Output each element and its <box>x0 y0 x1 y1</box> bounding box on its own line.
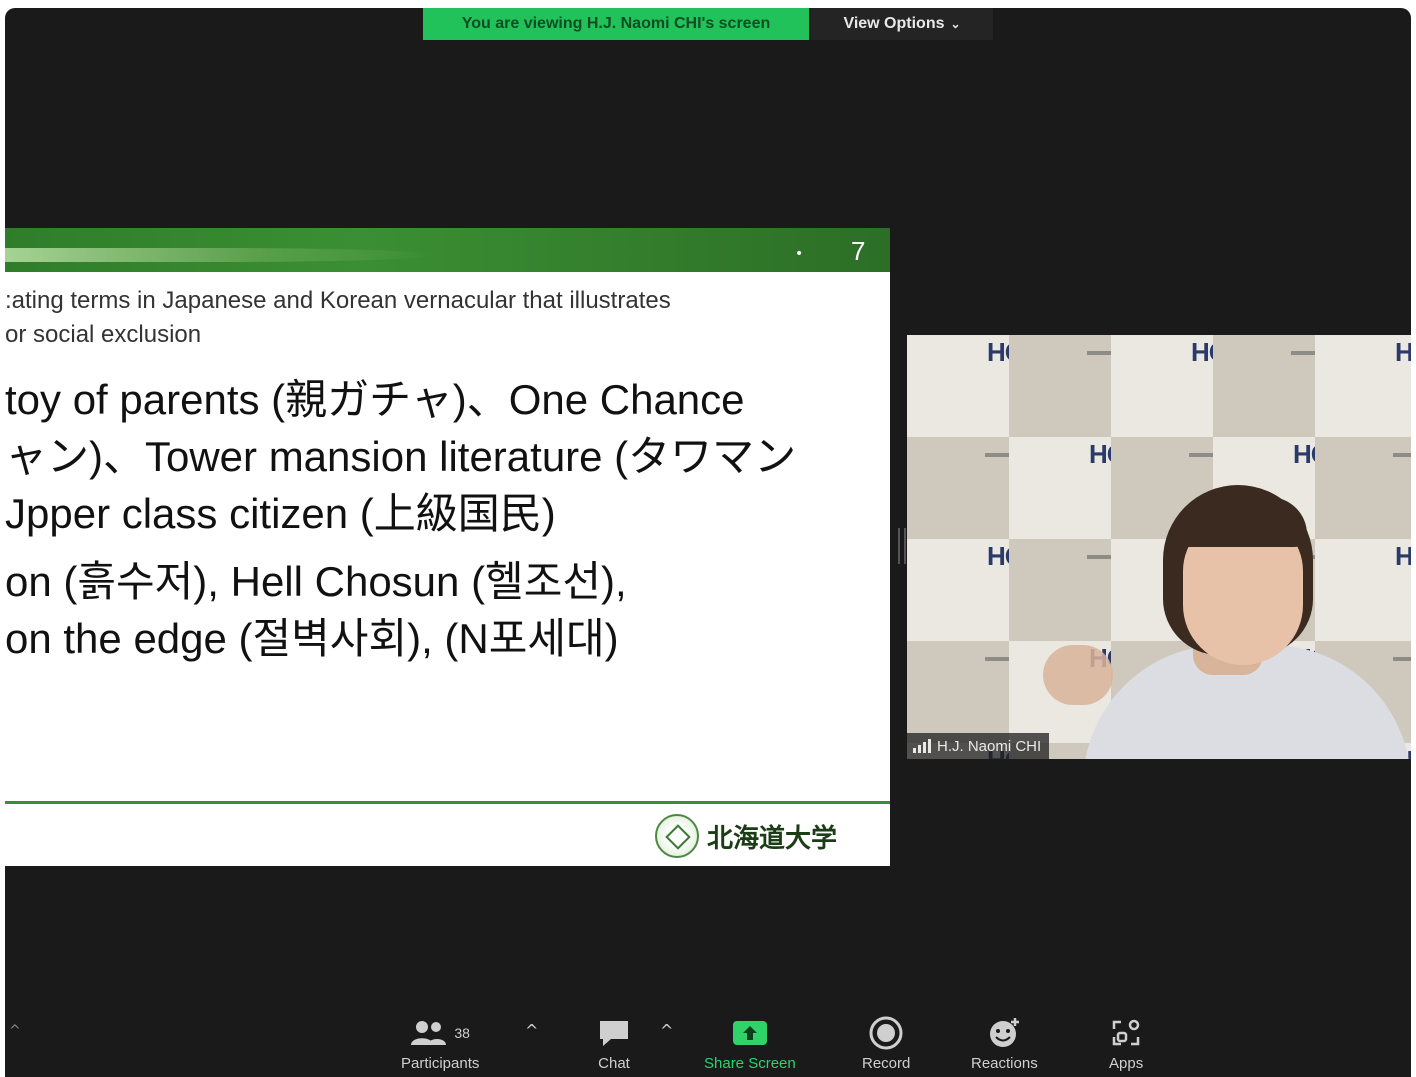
participant-name-label: H.J. Naomi CHI <box>907 733 1050 759</box>
split-view-handle[interactable] <box>898 528 906 564</box>
chat-label: Chat <box>598 1055 630 1072</box>
participant-name: H.J. Naomi CHI <box>937 737 1042 755</box>
participants-caret-icon[interactable]: ^ <box>525 1021 538 1040</box>
slide-header-bar: • 7 <box>5 228 890 272</box>
reactions-button[interactable]: Reactions <box>971 1015 1038 1072</box>
apps-label: Apps <box>1109 1055 1144 1072</box>
slide-body-line: on (흙수저), Hell Chosun (헬조선), <box>5 558 627 605</box>
slide-subtitle: :ating terms in Japanese and Korean vern… <box>5 284 825 352</box>
shared-slide: • 7 :ating terms in Japanese and Korean … <box>5 228 890 866</box>
share-screen-button[interactable]: Share Screen <box>704 1015 796 1072</box>
slide-body-line: ャン)、Tower mansion literature (タワマン <box>5 433 797 480</box>
university-logo-text: 北海道大学 <box>707 823 838 854</box>
record-label: Record <box>862 1055 911 1072</box>
slide-number: 7 <box>851 236 866 266</box>
chat-icon <box>600 1021 628 1046</box>
viewing-banner: You are viewing H.J. Naomi CHI's screen <box>423 8 809 40</box>
university-logo: 北海道大学 <box>655 814 837 858</box>
zoom-meeting-window: You are viewing H.J. Naomi CHI's screen … <box>5 8 1411 1077</box>
slide-footer-divider <box>5 801 890 804</box>
participant-bangs <box>1177 497 1307 547</box>
backdrop-tagline <box>1393 453 1411 457</box>
participant-hand <box>1043 645 1113 705</box>
view-options-button[interactable]: View Options ⌄ <box>811 8 993 40</box>
slide-body-line: on the edge (절벽사회), (N포세대) <box>5 615 619 662</box>
participant-video-feed <box>1043 475 1411 759</box>
reactions-label: Reactions <box>971 1055 1038 1072</box>
participants-count: 38 <box>454 1025 470 1041</box>
slide-header-swoosh <box>5 248 435 262</box>
record-icon <box>869 1016 903 1050</box>
participants-button[interactable]: 38 Participants <box>401 1015 479 1072</box>
university-emblem-icon <box>655 814 699 858</box>
slide-subtitle-line: or social exclusion <box>5 321 202 348</box>
apps-icon <box>1112 1019 1140 1046</box>
slide-subtitle-line: :ating terms in Japanese and Korean vern… <box>5 287 671 314</box>
slide-body-line: Jpper class citizen (上級国民) <box>5 490 556 537</box>
meeting-toolbar: ^ 38 Participants ^ Chat ^ Share Screen … <box>5 1007 1411 1077</box>
connection-signal-icon <box>913 739 931 753</box>
participant-video-tile[interactable]: HOPSHOPSHOPSHOPSHOPSHOPSHOPSHOPSHOPSHOPS… <box>907 335 1411 759</box>
slide-header-dot: • <box>795 246 804 262</box>
share-screen-icon <box>732 1021 767 1045</box>
record-button[interactable]: Record <box>862 1015 910 1072</box>
slide-body-line: toy of parents (親ガチャ)、One Chance <box>5 376 745 423</box>
audio-caret-icon[interactable]: ^ <box>9 1023 21 1039</box>
reactions-icon <box>990 1018 1020 1047</box>
apps-button[interactable]: Apps <box>1109 1015 1143 1072</box>
share-screen-label: Share Screen <box>704 1055 796 1072</box>
view-options-label: View Options <box>843 15 945 32</box>
participants-icon <box>411 1021 447 1045</box>
chevron-down-icon: ⌄ <box>950 17 961 31</box>
chat-button[interactable]: Chat <box>597 1015 631 1072</box>
chat-caret-icon[interactable]: ^ <box>660 1021 673 1040</box>
participants-label: Participants <box>401 1055 480 1072</box>
hops-backdrop-logo: HOPS <box>1395 337 1411 367</box>
